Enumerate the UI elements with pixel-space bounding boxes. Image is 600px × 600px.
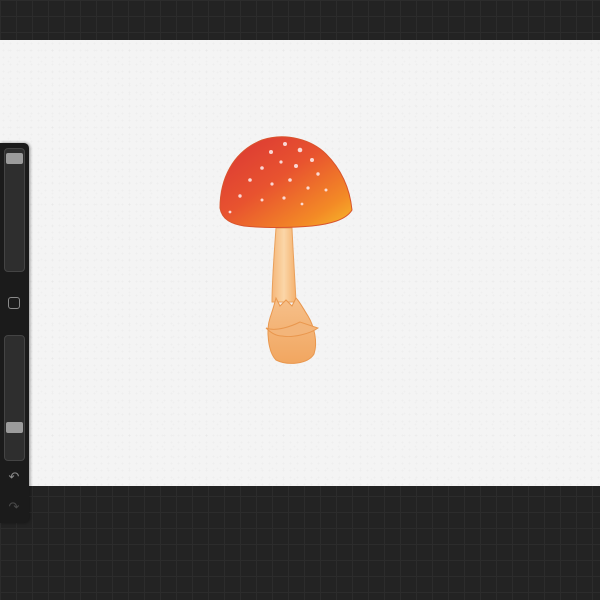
- undo-icon[interactable]: ↶: [5, 469, 23, 487]
- mushroom-stem: [271, 227, 297, 303]
- brush-size-slider-thumb[interactable]: [6, 153, 23, 164]
- opacity-slider-thumb[interactable]: [6, 422, 23, 433]
- mushroom-artwork: [219, 136, 353, 364]
- brush-size-slider[interactable]: [4, 148, 25, 272]
- brush-sidebar: ↶ ↷: [0, 143, 29, 523]
- square-outline-icon[interactable]: [8, 297, 20, 309]
- workspace-background: ↶ ↷: [0, 0, 600, 600]
- opacity-slider[interactable]: [4, 335, 25, 461]
- mushroom-cap: [219, 136, 353, 228]
- drawing-canvas[interactable]: [0, 40, 600, 486]
- redo-icon[interactable]: ↷: [5, 499, 23, 517]
